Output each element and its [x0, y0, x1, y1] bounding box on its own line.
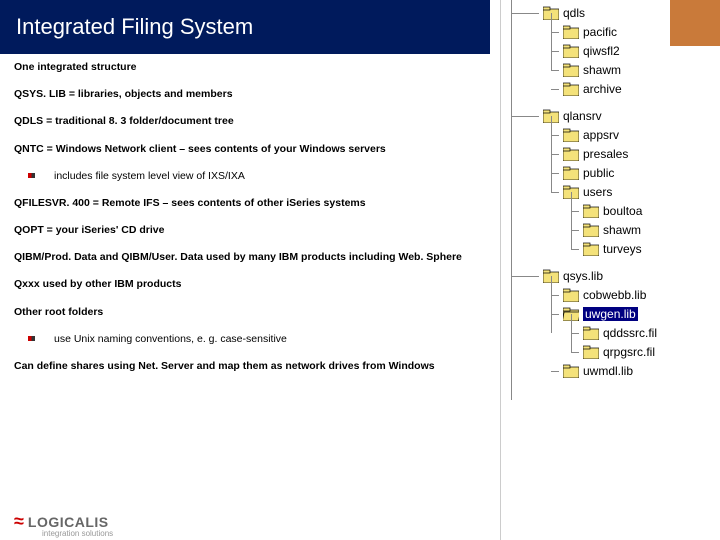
- folder-label: qdls: [563, 6, 585, 20]
- tree-qdls[interactable]: qdls: [543, 4, 585, 22]
- folder-label: shawm: [583, 63, 621, 77]
- tree-archive[interactable]: archive: [563, 80, 622, 98]
- tree-shawm[interactable]: shawm: [583, 221, 641, 239]
- tree-qiwsfl2[interactable]: qiwsfl2: [563, 42, 620, 60]
- folder-label: turveys: [603, 242, 642, 256]
- folder-label: uwgen.lib: [583, 307, 638, 321]
- body-line: Other root folders: [14, 305, 479, 319]
- body-subline: use Unix naming conventions, e. g. case-…: [14, 332, 479, 346]
- tree-uwmdl[interactable]: uwmdl.lib: [563, 362, 633, 380]
- logo-text: LOGICALIS: [28, 514, 109, 530]
- slide-title: Integrated Filing System: [0, 0, 490, 54]
- tree-qrpgsrc[interactable]: qrpgsrc.fil: [583, 343, 655, 361]
- slide-body: One integrated structure QSYS. LIB = lib…: [14, 60, 479, 386]
- tree-turveys[interactable]: turveys: [583, 240, 642, 258]
- body-line: QOPT = your iSeries' CD drive: [14, 223, 479, 237]
- logo-mark-icon: ≈: [14, 511, 22, 532]
- decorative-stripe: [670, 0, 720, 46]
- folder-label: uwmdl.lib: [583, 364, 633, 378]
- tree-presales[interactable]: presales: [563, 145, 628, 163]
- folder-label: qlansrv: [563, 109, 602, 123]
- tree-public[interactable]: public: [563, 164, 614, 182]
- folder-label: public: [583, 166, 614, 180]
- tree-boultoa[interactable]: boultoa: [583, 202, 642, 220]
- body-line: QFILESVR. 400 = Remote IFS – sees conten…: [14, 196, 479, 210]
- tree-qsyslib[interactable]: qsys.lib: [543, 267, 603, 285]
- folder-label: cobwebb.lib: [583, 288, 646, 302]
- body-line: QDLS = traditional 8. 3 folder/document …: [14, 114, 479, 128]
- tree-shawm[interactable]: shawm: [563, 61, 621, 79]
- folder-label: qrpgsrc.fil: [603, 345, 655, 359]
- body-subline: includes file system level view of IXS/I…: [14, 169, 479, 183]
- folder-label: users: [583, 185, 612, 199]
- tree-pacific[interactable]: pacific: [563, 23, 617, 41]
- body-line: One integrated structure: [14, 60, 479, 74]
- tree-cobwebb[interactable]: cobwebb.lib: [563, 286, 646, 304]
- folder-label: presales: [583, 147, 628, 161]
- logo: ≈ LOGICALIS integration solutions: [14, 511, 109, 532]
- tree-appsrv[interactable]: appsrv: [563, 126, 619, 144]
- logo-tagline: integration solutions: [42, 529, 113, 538]
- folder-label: appsrv: [583, 128, 619, 142]
- folder-label: boultoa: [603, 204, 642, 218]
- body-line: QIBM/Prod. Data and QIBM/User. Data used…: [14, 250, 479, 264]
- body-line: Qxxx used by other IBM products: [14, 277, 479, 291]
- body-line: QNTC = Windows Network client – sees con…: [14, 142, 479, 156]
- tree-uwgen[interactable]: uwgen.lib: [563, 305, 638, 323]
- folder-label: qddssrc.fil: [603, 326, 657, 340]
- folder-label: shawm: [603, 223, 641, 237]
- folder-label: qsys.lib: [563, 269, 603, 283]
- body-line: Can define shares using Net. Server and …: [14, 359, 479, 373]
- tree-qddssrc[interactable]: qddssrc.fil: [583, 324, 657, 342]
- body-line: QSYS. LIB = libraries, objects and membe…: [14, 87, 479, 101]
- folder-tree: qdls pacific qiwsfl2 shawm archive qlansrv app…: [500, 0, 720, 540]
- folder-label: pacific: [583, 25, 617, 39]
- folder-label: archive: [583, 82, 622, 96]
- folder-label: qiwsfl2: [583, 44, 620, 58]
